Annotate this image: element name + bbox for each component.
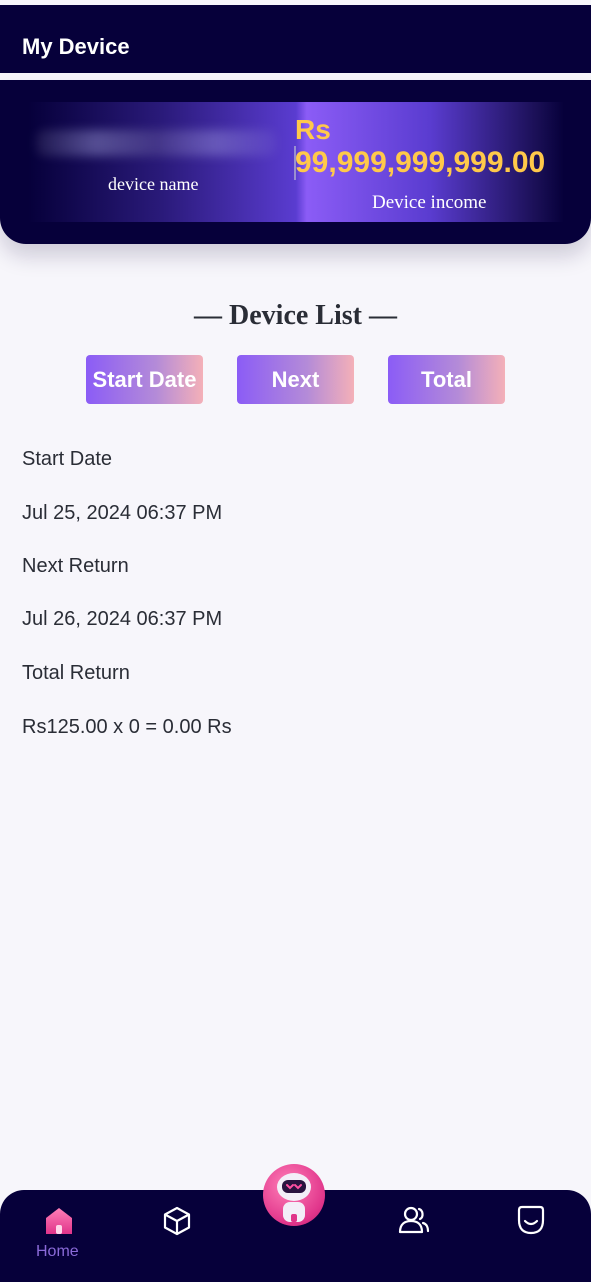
total-button[interactable]: Total xyxy=(388,355,505,404)
start-date-label: Start Date xyxy=(22,448,113,470)
nav-profile[interactable] xyxy=(515,1204,547,1241)
device-card-panel: device name Rs 99,999,999,999.00 Device … xyxy=(0,80,591,244)
robot-icon xyxy=(277,1173,311,1222)
smile-icon xyxy=(517,1205,545,1235)
blurred-device-name xyxy=(36,130,276,156)
next-button[interactable]: Next xyxy=(237,355,354,404)
cube-icon xyxy=(163,1206,191,1236)
app-header: My Device xyxy=(0,5,591,73)
start-date-button[interactable]: Start Date xyxy=(86,355,203,404)
nav-home[interactable] xyxy=(44,1206,74,1241)
next-return-label: Next Return xyxy=(22,555,129,577)
device-name-label: device name xyxy=(108,174,199,194)
total-return-value: Rs125.00 x 0 = 0.00 Rs xyxy=(22,716,232,738)
nav-home-label[interactable]: Home xyxy=(36,1243,79,1261)
nav-team[interactable] xyxy=(398,1204,430,1241)
total-return-label: Total Return xyxy=(22,662,130,684)
start-date-value: Jul 25, 2024 06:37 PM xyxy=(22,502,223,524)
income-currency: Rs xyxy=(295,114,331,145)
robot-assistant-button[interactable] xyxy=(263,1164,325,1226)
users-icon xyxy=(398,1206,430,1234)
next-return-value: Jul 26, 2024 06:37 PM xyxy=(22,608,223,630)
device-list-title: — Device List — xyxy=(194,300,397,331)
nav-devices[interactable] xyxy=(162,1206,192,1241)
page-title: My Device xyxy=(22,34,130,59)
income-label: Device income xyxy=(372,192,487,213)
home-icon xyxy=(46,1208,72,1234)
income-amount: 99,999,999,999.00 xyxy=(295,146,546,179)
device-card: device name Rs 99,999,999,999.00 Device … xyxy=(28,102,564,222)
